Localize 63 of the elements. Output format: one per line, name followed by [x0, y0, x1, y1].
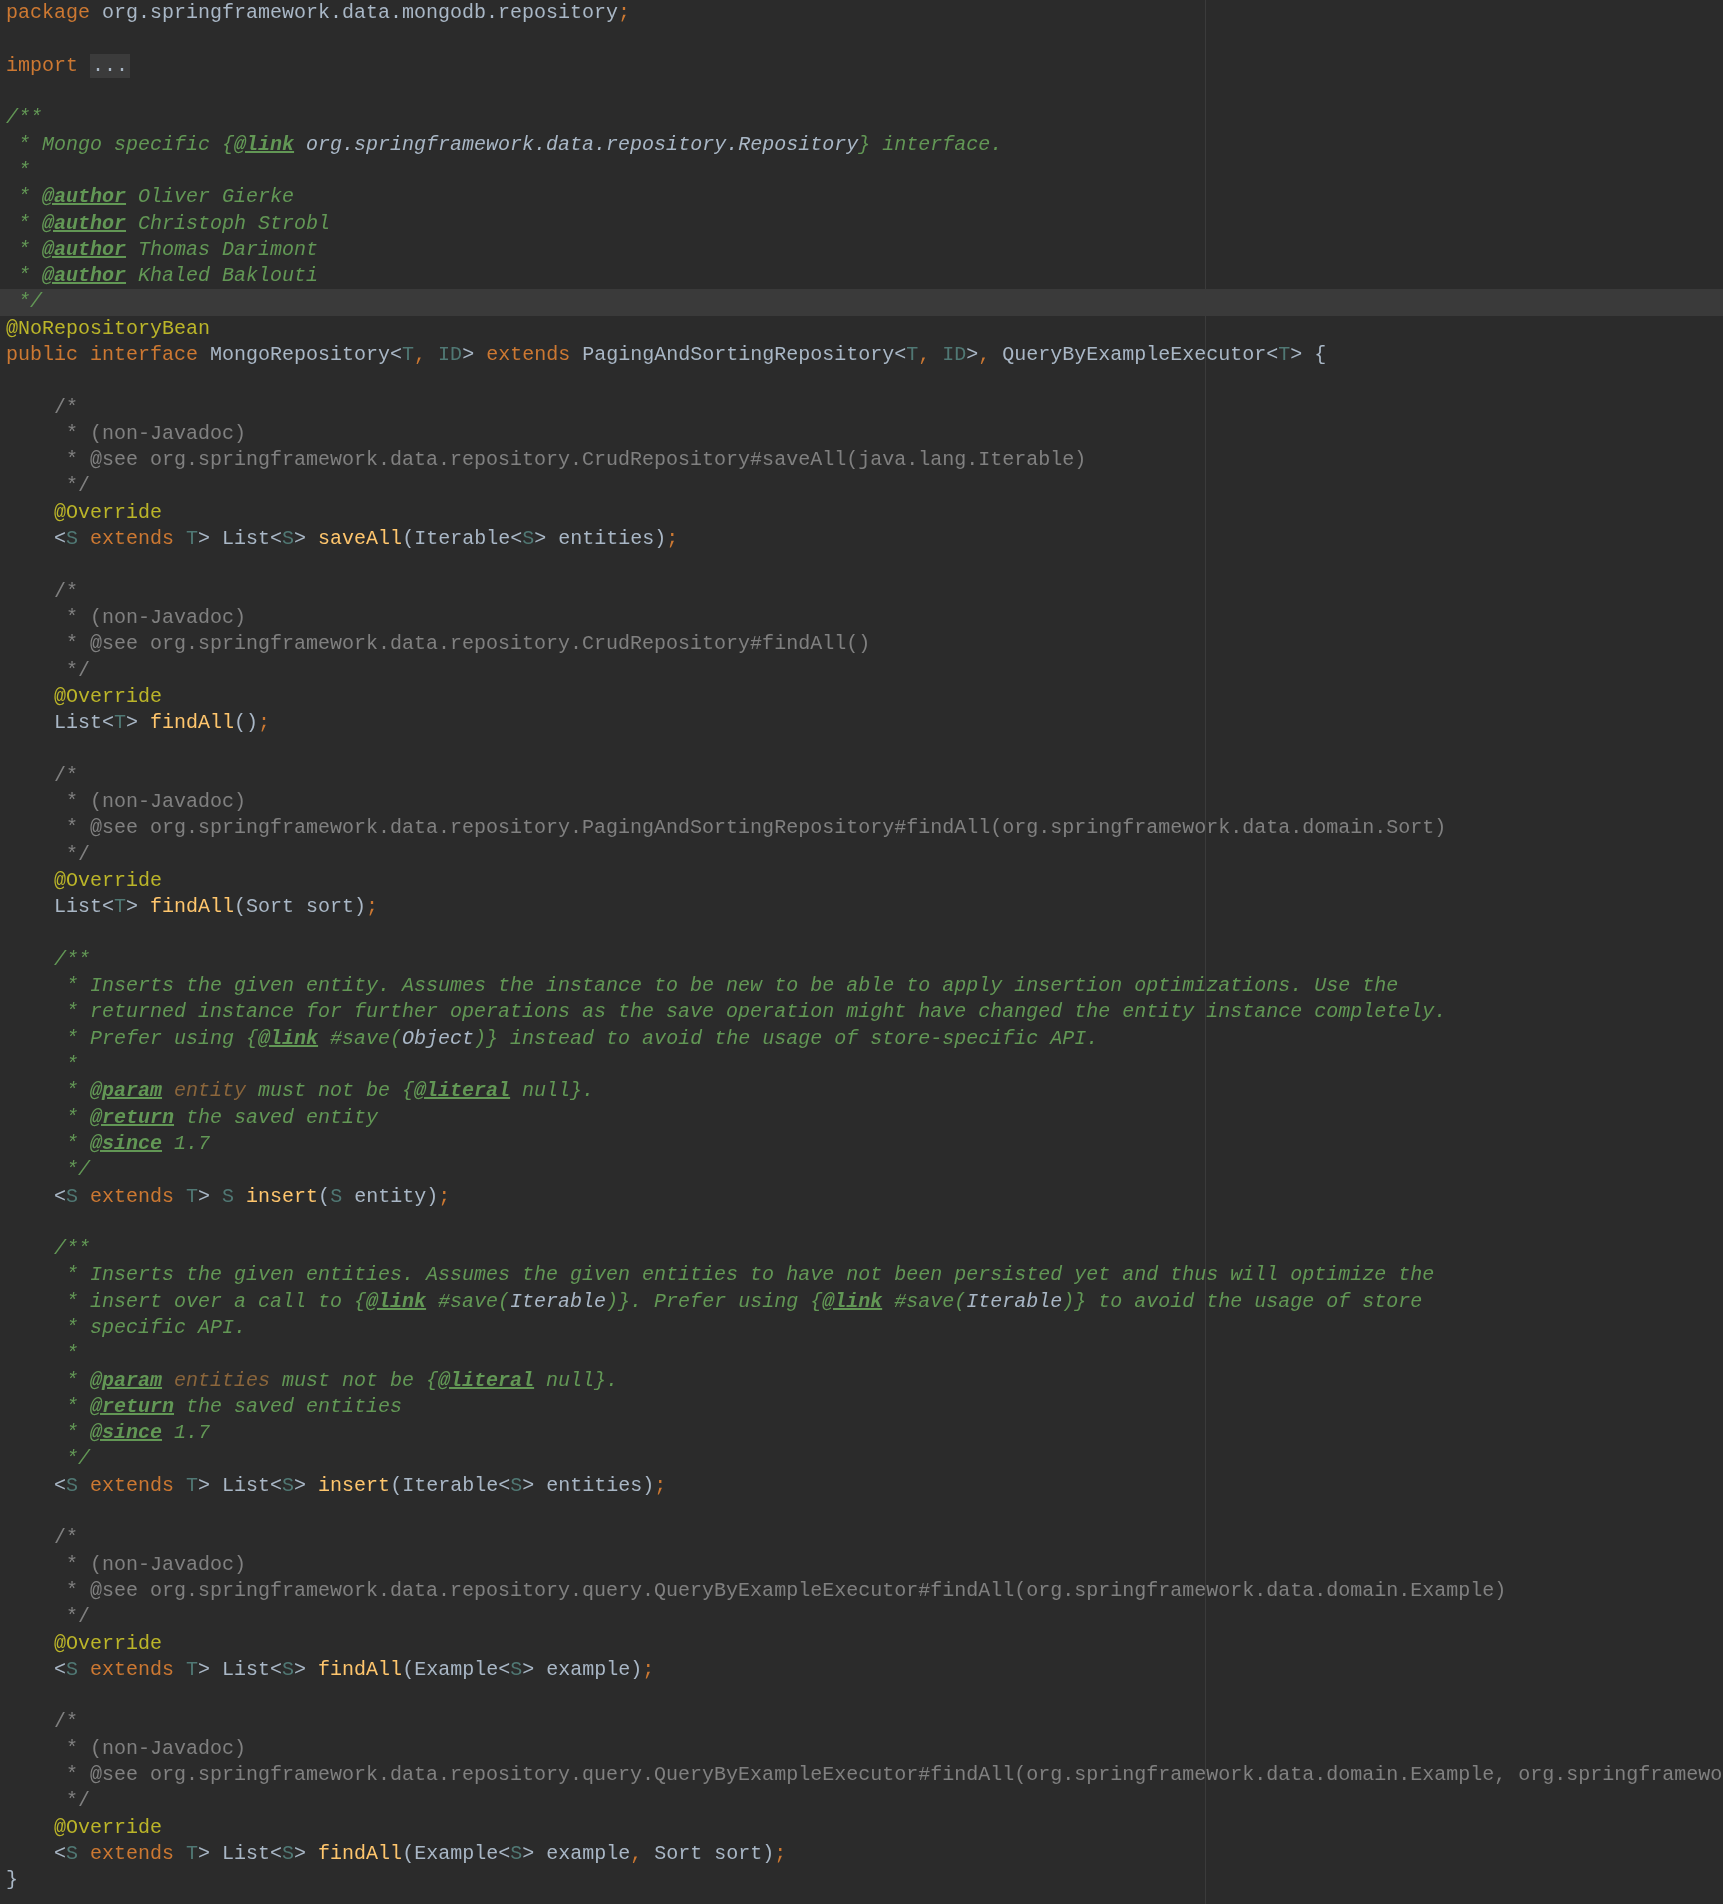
code-line: <S extends T> List<S> findAll(Example<S> example, Sort sort); [53, 1841, 787, 1866]
code-line: @Override [53, 684, 163, 709]
code-line: List<T> findAll(Sort sort); [53, 895, 379, 920]
code-line: */ [65, 474, 90, 499]
code-line: } [6, 1868, 18, 1893]
code-line: /** [6, 106, 42, 131]
code-line: * (non-Javadoc) [65, 1552, 247, 1577]
code-line: */ [65, 1789, 90, 1814]
code-line: * @see org.springframework.data.repository.CrudRepository#saveAll(java.lang.Iterable) [65, 448, 1087, 473]
code-line: * @author Thomas Darimont [17, 237, 319, 262]
code-line: <S extends T> List<S> findAll(Example<S> example); [53, 1657, 655, 1682]
code-line: /** [53, 1237, 90, 1262]
code-line: */ [65, 1447, 90, 1472]
code-line: * [65, 1342, 78, 1367]
code-line: /** [53, 947, 90, 972]
code-line: public interface MongoRepository<T, ID> extends PagingAndSortingRepository<T, ID>, QueryByExampleExecutor<T> { [6, 343, 1327, 367]
code-line: * Mongo specific {@link org.springframework.data.repository.Repository} interface. [17, 132, 1003, 157]
code-line: @Override [53, 500, 163, 525]
code-line: /* [53, 395, 78, 420]
code-line: * @return the saved entity [65, 1105, 379, 1130]
code-line: * Prefer using {@link #save(Object)} instead to avoid the usage of store-specific API. [65, 1026, 1099, 1051]
code-line: * (non-Javadoc) [65, 605, 247, 630]
code-line: * returned instance for further operations as the save operation might have changed the entity instance completely. [65, 1000, 1447, 1025]
code-line: /* [53, 1710, 78, 1735]
code-line: package org.springframework.data.mongodb.repository; [6, 1, 631, 26]
code-line: @Override [53, 868, 163, 893]
code-line: * @author Khaled Baklouti [17, 264, 319, 289]
code-line: @Override [53, 1631, 163, 1656]
code-line: * [17, 158, 30, 183]
code-line: */ [65, 1605, 90, 1630]
code-line: */ [65, 1158, 90, 1183]
code-line: * Inserts the given entities. Assumes the given entities to have not been persisted yet and thus will optimize the [65, 1263, 1435, 1288]
code-line: /* [53, 1526, 78, 1551]
code-line: */ [65, 658, 90, 683]
code-line: * insert over a call to {@link #save(Iterable)}. Prefer using {@link #save(Iterable)} to avoid the usage of store [65, 1289, 1423, 1314]
code-line: * @since 1.7 [65, 1131, 211, 1156]
code-line: <S extends T> List<S> saveAll(Iterable<S> entities); [53, 527, 679, 552]
code-line: * specific API. [65, 1316, 247, 1340]
code-line: * @see org.springframework.data.repository.query.QueryByExampleExecutor#findAll(org.springframework.data.domain.Example) [65, 1578, 1507, 1603]
code-line: * @see org.springframework.data.repository.PagingAndSortingRepository#findAll(org.springframework.data.domain.Sort) [65, 816, 1447, 841]
code-line: /* [53, 579, 78, 604]
code-line: * (non-Javadoc) [65, 1736, 247, 1761]
code-line: import [6, 53, 79, 78]
code-line: * @return the saved entities [65, 1394, 403, 1419]
code-line: <S extends T> S insert(S entity); [53, 1184, 451, 1209]
code-line: * @see org.springframework.data.repository.CrudRepository#findAll() [65, 632, 871, 657]
code-line: /* [53, 763, 78, 788]
code-line: */ [65, 842, 90, 867]
code-line: * (non-Javadoc) [65, 790, 247, 815]
code-line: * @author Oliver Gierke [17, 185, 295, 210]
code-line: @Override [53, 1815, 163, 1840]
code-line: * @since 1.7 [65, 1421, 211, 1446]
code-line: <S extends T> List<S> insert(Iterable<S> entities); [53, 1473, 667, 1498]
code-line: * @param entity must not be {@literal null}. [65, 1079, 595, 1104]
code-line: List<T> findAll(); [53, 711, 271, 736]
code-line: * Inserts the given entity. Assumes the instance to be new to be able to apply insertion optimizations. Use the [65, 974, 1399, 999]
code-line: * [65, 1053, 78, 1077]
code-line: * @author Christoph Strobl [17, 211, 331, 236]
code-line: * @see org.springframework.data.repository.query.QueryByExampleExecutor#findAll(org.springframework.data.domain.Example, org.springframewo [65, 1763, 1723, 1788]
code-line: @NoRepositoryBean [6, 316, 211, 341]
code-line: * @param entities must not be {@literal null}. [65, 1368, 619, 1393]
code-line: * (non-Javadoc) [65, 421, 247, 446]
folded-code-button[interactable]: ... [90, 53, 131, 78]
